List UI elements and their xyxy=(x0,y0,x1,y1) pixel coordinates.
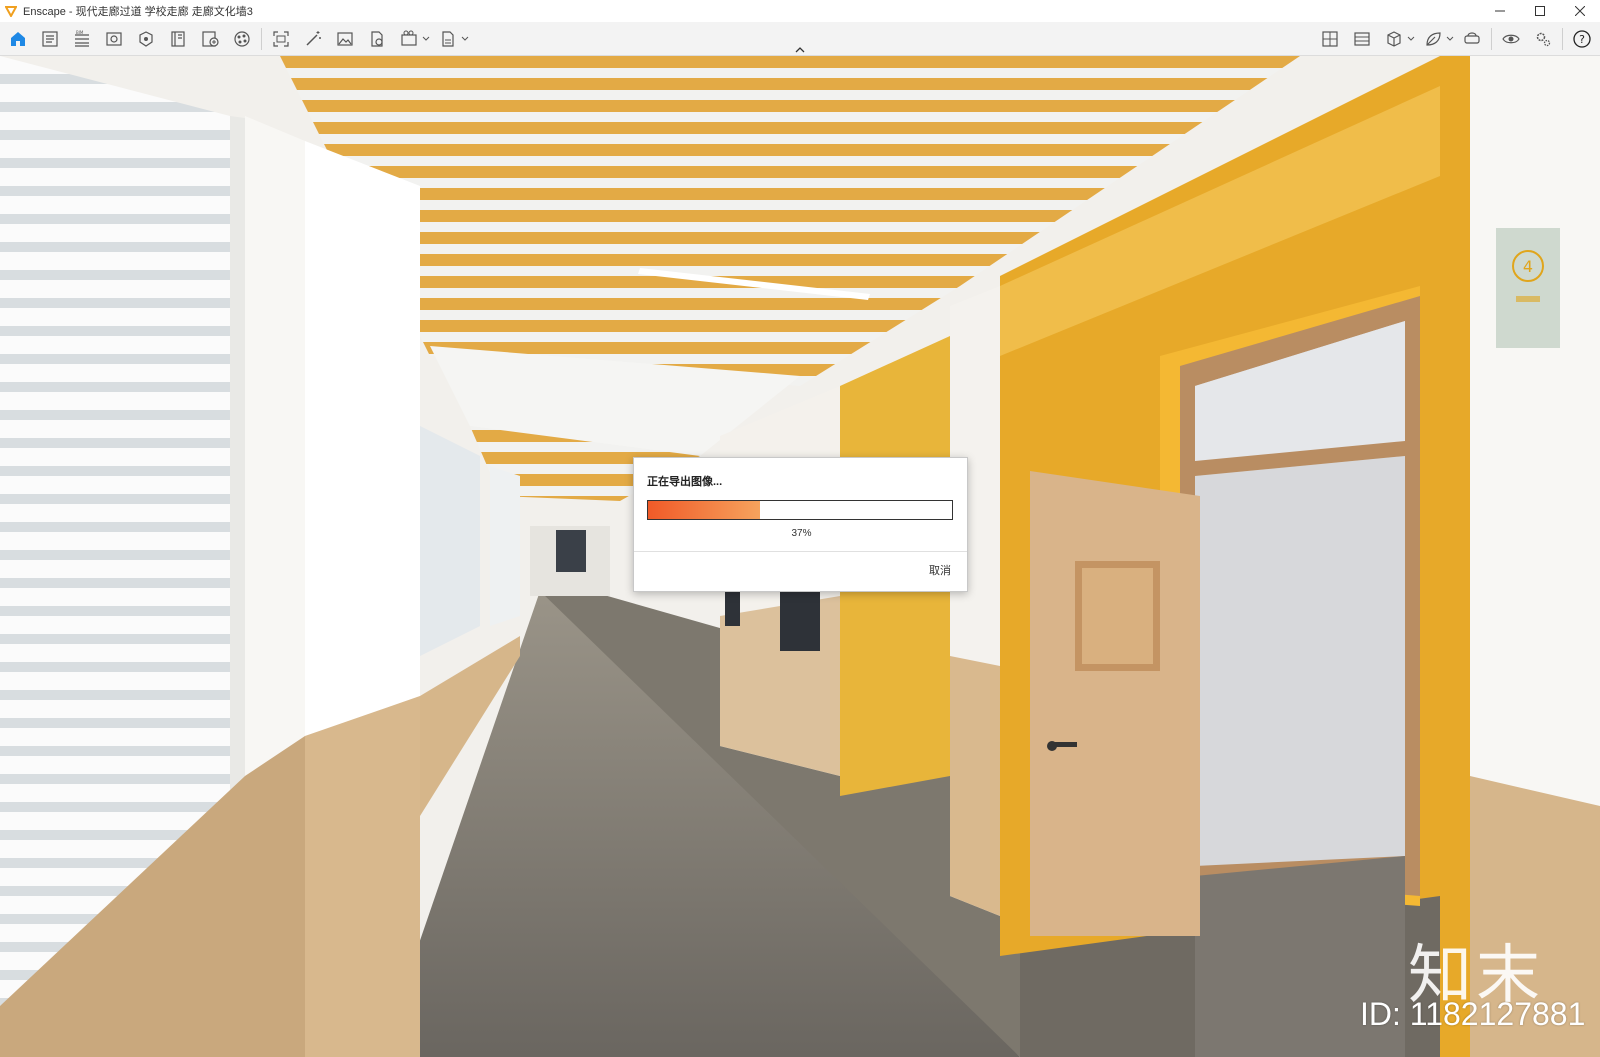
bim-button[interactable]: BIM xyxy=(69,26,95,52)
visibility-button[interactable] xyxy=(1498,26,1524,52)
scene-button[interactable] xyxy=(133,26,159,52)
document-list-icon xyxy=(42,31,58,47)
dialog-separator xyxy=(634,551,967,552)
collapse-toolbar-button[interactable] xyxy=(792,45,808,55)
title-bar: Enscape - 现代走廊过道 学校走廊 走廊文化墙3 xyxy=(0,0,1600,22)
chevron-down-icon xyxy=(1446,36,1454,41)
image-gallery-icon xyxy=(1354,32,1370,46)
maximize-icon xyxy=(1535,6,1545,16)
home-button[interactable] xyxy=(5,26,31,52)
toolbar-separator xyxy=(1562,28,1563,50)
export-button[interactable] xyxy=(435,26,461,52)
window-title: Enscape - 现代走廊过道 学校走廊 走廊文化墙3 xyxy=(23,6,253,18)
batch-render-button[interactable] xyxy=(197,26,223,52)
cube-dropdown[interactable] xyxy=(1407,26,1415,52)
maximize-button[interactable] xyxy=(1520,0,1560,22)
watermark-id: ID: 1182127881 xyxy=(1360,996,1586,1032)
view-button[interactable] xyxy=(101,26,127,52)
minimize-icon xyxy=(1495,10,1505,12)
help-icon: ? xyxy=(1573,30,1591,48)
screenshot-button[interactable] xyxy=(268,26,294,52)
close-button[interactable] xyxy=(1560,0,1600,22)
batch-render-icon xyxy=(202,31,219,47)
cube-icon xyxy=(1387,31,1401,47)
home-icon xyxy=(11,32,25,46)
help-button[interactable]: ? xyxy=(1569,26,1595,52)
magic-wand-button[interactable] xyxy=(300,26,326,52)
window-controls xyxy=(1480,0,1600,22)
leaf-button[interactable] xyxy=(1420,26,1446,52)
toolbar-left-group: BIM xyxy=(2,22,471,56)
video-button[interactable] xyxy=(396,26,422,52)
enscape-logo-icon xyxy=(5,6,17,17)
video-dropdown[interactable] xyxy=(422,26,430,52)
cube-button[interactable] xyxy=(1381,26,1407,52)
bim-icon: BIM xyxy=(75,30,89,47)
document-list-button[interactable] xyxy=(37,26,63,52)
book-button[interactable] xyxy=(165,26,191,52)
vr-headset-icon xyxy=(1464,32,1480,44)
svg-text:4: 4 xyxy=(1523,257,1533,276)
chevron-up-icon xyxy=(795,47,805,53)
cancel-button[interactable]: 取消 xyxy=(929,562,951,578)
scene-icon xyxy=(139,31,153,47)
progress-fill xyxy=(648,501,761,519)
toolbar-right-group: ? xyxy=(1314,22,1598,56)
minimize-button[interactable] xyxy=(1480,0,1520,22)
asset-library-icon xyxy=(1322,31,1338,47)
materials-button[interactable] xyxy=(229,26,255,52)
image-icon xyxy=(337,32,353,46)
settings-button[interactable] xyxy=(1530,26,1556,52)
dialog-title: 正在导出图像... xyxy=(647,476,723,488)
chevron-down-icon xyxy=(422,36,430,41)
progress-percentage: 37% xyxy=(791,528,812,539)
leaf-dropdown[interactable] xyxy=(1446,26,1454,52)
video-icon xyxy=(401,30,417,46)
toolbar-separator xyxy=(261,28,262,50)
materials-icon xyxy=(234,31,250,47)
export-file-icon xyxy=(371,31,383,47)
toolbar: BIM ? xyxy=(0,22,1600,56)
close-icon xyxy=(1575,6,1585,16)
leaf-icon xyxy=(1426,32,1441,46)
image-button[interactable] xyxy=(332,26,358,52)
chevron-down-icon xyxy=(461,36,469,41)
export-progress-bar xyxy=(647,500,953,520)
visibility-icon xyxy=(1502,34,1520,44)
svg-text:?: ? xyxy=(1579,33,1585,46)
export-icon xyxy=(442,31,454,47)
vr-headset-button[interactable] xyxy=(1459,26,1485,52)
view-icon xyxy=(106,32,122,46)
export-dropdown[interactable] xyxy=(461,26,469,52)
export-file-button[interactable] xyxy=(364,26,390,52)
image-gallery-button[interactable] xyxy=(1349,26,1375,52)
magic-wand-icon xyxy=(306,31,321,46)
book-icon xyxy=(171,31,185,47)
settings-icon xyxy=(1536,32,1551,47)
toolbar-separator xyxy=(1491,28,1492,50)
export-dialog: 正在导出图像... 37% 取消 xyxy=(633,457,968,592)
svg-text:BIM: BIM xyxy=(76,30,84,35)
screenshot-icon xyxy=(273,31,289,47)
asset-library-button[interactable] xyxy=(1317,26,1343,52)
chevron-down-icon xyxy=(1407,36,1415,41)
